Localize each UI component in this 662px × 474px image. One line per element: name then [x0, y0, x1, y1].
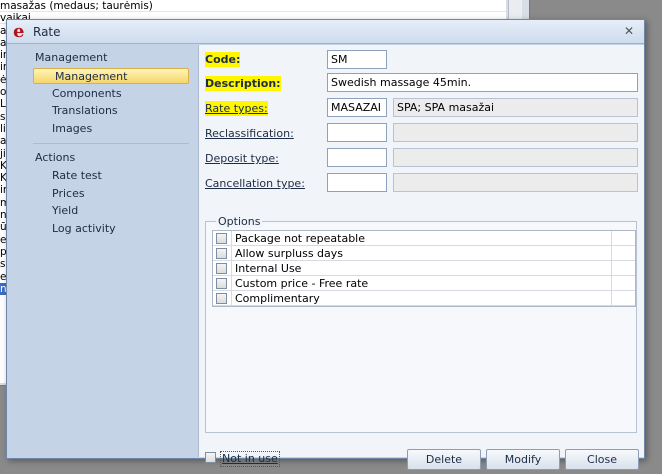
delete-button[interactable]: Delete — [407, 449, 481, 470]
deposit-type-link[interactable]: Deposit type: — [205, 151, 279, 166]
close-button[interactable]: Close — [565, 449, 639, 470]
sidebar-item-translations[interactable]: Translations — [52, 103, 118, 119]
rate-types-description: SPA; SPA masažai — [393, 98, 638, 117]
option-label: Complimentary — [235, 292, 320, 305]
options-legend: Options — [216, 215, 263, 228]
sidebar: Management Management Components Transla… — [26, 45, 196, 455]
option-checkbox[interactable] — [216, 293, 227, 304]
option-row[interactable]: Package not repeatable — [213, 231, 635, 246]
option-checkbox[interactable] — [216, 233, 227, 244]
description-label: Description: — [205, 76, 281, 91]
sidebar-item-prices[interactable]: Prices — [52, 186, 85, 202]
sidebar-divider — [33, 143, 189, 144]
option-row[interactable]: Internal Use — [213, 261, 635, 276]
reclassification-code-field[interactable] — [327, 123, 387, 142]
sidebar-item-images[interactable]: Images — [52, 121, 92, 137]
sidebar-item-management[interactable]: Management — [33, 68, 189, 84]
option-checkbox[interactable] — [216, 263, 227, 274]
sidebar-item-rate-test[interactable]: Rate test — [52, 168, 102, 184]
options-group: Options Package not repeatable Allow sur… — [205, 215, 637, 433]
title-bar[interactable]: e Rate ✕ — [7, 20, 644, 44]
not-in-use-label[interactable]: Not in use — [220, 451, 280, 467]
option-label: Internal Use — [235, 262, 302, 275]
deposit-type-code-field[interactable] — [327, 148, 387, 167]
option-label: Allow surpluss days — [235, 247, 344, 260]
close-icon[interactable]: ✕ — [622, 24, 636, 38]
sidebar-header-actions: Actions — [35, 151, 76, 164]
option-checkbox[interactable] — [216, 278, 227, 289]
cancellation-type-link[interactable]: Cancellation type: — [205, 176, 305, 191]
list-item-top[interactable]: masažas (medaus; taurėmis) — [0, 0, 506, 12]
not-in-use-checkbox[interactable] — [205, 452, 216, 463]
option-label: Custom price - Free rate — [235, 277, 369, 290]
option-checkbox[interactable] — [216, 248, 227, 259]
rate-dialog: e Rate ✕ Management Management Component… — [6, 19, 645, 470]
sidebar-item-components[interactable]: Components — [52, 86, 122, 102]
description-field[interactable]: Swedish massage 45min. — [327, 73, 638, 92]
cancellation-type-code-field[interactable] — [327, 173, 387, 192]
sidebar-item-log-activity[interactable]: Log activity — [52, 221, 116, 237]
deposit-type-description — [393, 148, 638, 167]
cancellation-type-description — [393, 173, 638, 192]
app-logo-icon: e — [13, 21, 25, 42]
rate-form: Code: SM Description: Swedish massage 45… — [198, 45, 644, 470]
option-row[interactable]: Allow surpluss days — [213, 246, 635, 261]
sidebar-header-management: Management — [35, 51, 108, 64]
reclassification-link[interactable]: Reclassification: — [205, 126, 294, 141]
reclassification-description — [393, 123, 638, 142]
options-table: Package not repeatable Allow surpluss da… — [212, 230, 636, 307]
modify-button[interactable]: Modify — [486, 449, 560, 470]
scrollbar[interactable] — [508, 0, 522, 20]
option-label: Package not repeatable — [235, 232, 366, 245]
sidebar-item-yield[interactable]: Yield — [52, 203, 78, 219]
option-row[interactable]: Custom price - Free rate — [213, 276, 635, 291]
code-field[interactable]: SM — [327, 50, 387, 69]
rate-types-link[interactable]: Rate types: — [205, 101, 268, 116]
code-label: Code: — [205, 52, 241, 67]
option-row[interactable]: Complimentary — [213, 291, 635, 306]
dialog-title: Rate — [33, 25, 61, 39]
rate-types-code-field[interactable]: MASAZAI — [327, 98, 387, 117]
